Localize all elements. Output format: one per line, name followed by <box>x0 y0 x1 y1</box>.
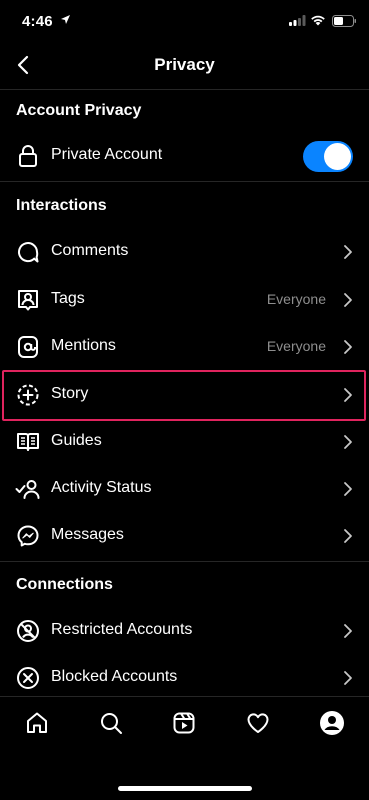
battery-icon <box>332 15 356 27</box>
privacy-item-label: Comments <box>51 242 129 259</box>
tag-person-icon <box>15 287 41 313</box>
privacy-item-mentions[interactable]: Mentions Everyone <box>0 324 369 370</box>
chevron-right-icon <box>344 340 352 354</box>
bottom-tab-bar <box>0 696 369 800</box>
privacy-item-label: Mentions <box>51 337 116 354</box>
privacy-item-label: Messages <box>51 526 124 543</box>
cellular-signal-icon <box>289 15 306 26</box>
section-header-interactions: Interactions <box>16 197 107 214</box>
messenger-icon <box>15 523 41 549</box>
toggle-knob <box>324 143 351 170</box>
blocked-icon <box>15 665 41 691</box>
privacy-item-blocked-accounts[interactable]: Blocked Accounts <box>0 655 369 701</box>
tab-profile[interactable] <box>312 705 352 741</box>
chevron-right-icon <box>344 435 352 449</box>
restricted-icon <box>15 618 41 644</box>
status-bar: 4:46 <box>0 0 369 44</box>
divider <box>0 561 369 562</box>
privacy-item-guides[interactable]: Guides <box>0 419 369 465</box>
private-account-label: Private Account <box>51 146 163 163</box>
privacy-item-label: Activity Status <box>51 479 152 496</box>
privacy-item-story[interactable]: Story <box>0 372 369 418</box>
privacy-item-tags[interactable]: Tags Everyone <box>0 277 369 323</box>
navigation-bar: Privacy <box>0 44 369 88</box>
privacy-item-messages[interactable]: Messages <box>0 513 369 559</box>
chevron-right-icon <box>344 624 352 638</box>
activity-status-icon <box>15 476 41 502</box>
home-icon <box>27 712 47 733</box>
guides-icon <box>15 429 41 455</box>
private-account-toggle[interactable] <box>303 141 353 172</box>
chevron-right-icon <box>344 529 352 543</box>
tab-home[interactable] <box>17 705 57 741</box>
privacy-item-value: Everyone <box>266 291 326 307</box>
privacy-item-label: Blocked Accounts <box>51 668 178 685</box>
privacy-item-restricted-accounts[interactable]: Restricted Accounts <box>0 608 369 654</box>
chevron-right-icon <box>344 245 352 259</box>
privacy-item-label: Restricted Accounts <box>51 621 193 638</box>
privacy-item-value: Everyone <box>266 338 326 354</box>
privacy-item-activity-status[interactable]: Activity Status <box>0 466 369 512</box>
privacy-item-comments[interactable]: Comments <box>0 229 369 275</box>
divider <box>0 181 369 182</box>
status-time: 4:46 <box>22 13 53 30</box>
location-arrow-icon <box>61 15 70 24</box>
search-icon <box>101 713 122 734</box>
divider <box>0 89 369 90</box>
profile-icon <box>320 711 344 735</box>
chevron-right-icon <box>344 671 352 685</box>
section-header-connections: Connections <box>16 576 113 593</box>
privacy-item-label: Guides <box>51 432 102 449</box>
chevron-right-icon <box>344 293 352 307</box>
section-header-account-privacy: Account Privacy <box>16 102 142 119</box>
page-title: Privacy <box>154 55 215 74</box>
tab-reels[interactable] <box>164 705 204 741</box>
heart-icon <box>247 713 269 733</box>
lock-icon <box>15 143 41 169</box>
at-icon <box>15 334 41 360</box>
tab-search[interactable] <box>91 705 131 741</box>
comment-icon <box>15 239 41 265</box>
chevron-right-icon <box>344 388 352 402</box>
story-add-icon <box>15 382 41 408</box>
reels-icon <box>173 712 195 734</box>
privacy-item-label: Tags <box>51 290 85 307</box>
chevron-right-icon <box>344 482 352 496</box>
wifi-icon <box>311 15 325 26</box>
tab-activity[interactable] <box>238 705 278 741</box>
privacy-item-label: Story <box>51 385 89 402</box>
home-indicator <box>118 786 252 791</box>
